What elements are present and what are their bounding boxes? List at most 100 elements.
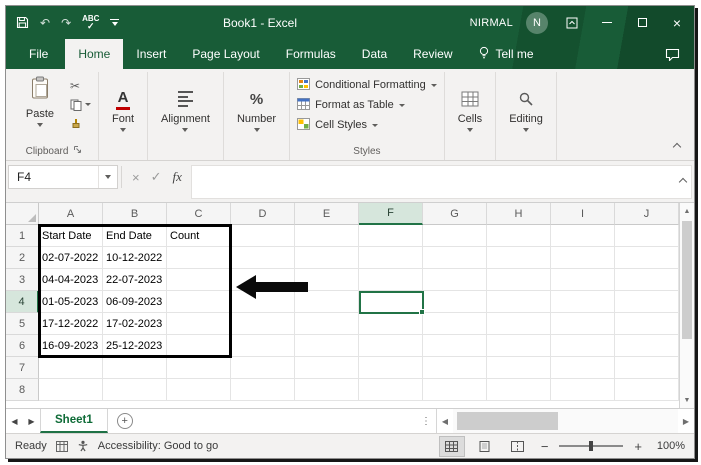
- horizontal-scroll-thumb[interactable]: [457, 412, 558, 430]
- column-header-A[interactable]: A: [39, 203, 103, 225]
- row-header-7[interactable]: 7: [6, 357, 39, 379]
- name-box[interactable]: F4: [8, 165, 118, 189]
- cell-J4[interactable]: [615, 291, 679, 313]
- cell-J3[interactable]: [615, 269, 679, 291]
- cell-B2[interactable]: 10-12-2022: [103, 247, 167, 269]
- zoom-in-icon[interactable]: +: [632, 439, 644, 454]
- cell-G7[interactable]: [423, 357, 487, 379]
- avatar[interactable]: N: [526, 12, 548, 34]
- cut-icon[interactable]: ✂: [70, 78, 91, 93]
- ribbon-display-options-icon[interactable]: [561, 12, 583, 34]
- cell-H8[interactable]: [487, 379, 551, 401]
- horizontal-scrollbar[interactable]: ◀ ▶: [436, 409, 694, 433]
- clipboard-dialog-launcher-icon[interactable]: [73, 145, 82, 157]
- cell-C7[interactable]: [167, 357, 231, 379]
- undo-icon[interactable]: ↶: [40, 16, 50, 30]
- tab-page-layout[interactable]: Page Layout: [179, 39, 272, 69]
- tell-me[interactable]: Tell me: [466, 39, 546, 69]
- cell-I3[interactable]: [551, 269, 615, 291]
- cell-C3[interactable]: [167, 269, 231, 291]
- cell-B6[interactable]: 25-12-2023: [103, 335, 167, 357]
- column-header-G[interactable]: G: [423, 203, 487, 225]
- close-button[interactable]: ×: [666, 12, 688, 34]
- cell-B1[interactable]: End Date: [103, 225, 167, 247]
- cell-F4[interactable]: [359, 291, 423, 313]
- cell-I1[interactable]: [551, 225, 615, 247]
- cell-E2[interactable]: [295, 247, 359, 269]
- cell-C5[interactable]: [167, 313, 231, 335]
- cell-A7[interactable]: [39, 357, 103, 379]
- cell-I4[interactable]: [551, 291, 615, 313]
- cell-H3[interactable]: [487, 269, 551, 291]
- cell-D8[interactable]: [231, 379, 295, 401]
- collapse-ribbon-icon[interactable]: [670, 141, 684, 153]
- cell-B8[interactable]: [103, 379, 167, 401]
- format-as-table-button[interactable]: Format as Table: [297, 95, 405, 115]
- new-sheet-button[interactable]: +: [117, 413, 133, 429]
- page-break-view-icon[interactable]: [506, 437, 530, 456]
- column-header-I[interactable]: I: [551, 203, 615, 225]
- cell-G6[interactable]: [423, 335, 487, 357]
- cell-I6[interactable]: [551, 335, 615, 357]
- cell-H7[interactable]: [487, 357, 551, 379]
- minimize-button[interactable]: [596, 12, 618, 34]
- cell-F8[interactable]: [359, 379, 423, 401]
- cell-F1[interactable]: [359, 225, 423, 247]
- cell-F3[interactable]: [359, 269, 423, 291]
- cell-J2[interactable]: [615, 247, 679, 269]
- formula-bar-expand-icon[interactable]: [680, 172, 686, 190]
- comment-icon[interactable]: [651, 39, 694, 69]
- redo-icon[interactable]: ↷: [61, 16, 71, 30]
- zoom-out-icon[interactable]: −: [539, 439, 551, 454]
- copy-icon[interactable]: [70, 97, 91, 112]
- cell-J7[interactable]: [615, 357, 679, 379]
- name-box-dropdown-icon[interactable]: [98, 166, 117, 188]
- cell-D6[interactable]: [231, 335, 295, 357]
- sheet-nav-left-icon[interactable]: ◀: [6, 409, 23, 433]
- column-header-F[interactable]: F: [359, 203, 423, 225]
- cell-B3[interactable]: 22-07-2023: [103, 269, 167, 291]
- cell-D3[interactable]: [231, 269, 295, 291]
- row-header-1[interactable]: 1: [6, 225, 39, 247]
- paste-button[interactable]: Paste: [17, 73, 63, 127]
- cell-F6[interactable]: [359, 335, 423, 357]
- column-header-E[interactable]: E: [295, 203, 359, 225]
- cell-H5[interactable]: [487, 313, 551, 335]
- zoom-slider-thumb[interactable]: [589, 441, 593, 451]
- row-header-8[interactable]: 8: [6, 379, 39, 401]
- cell-E3[interactable]: [295, 269, 359, 291]
- cell-I8[interactable]: [551, 379, 615, 401]
- tab-home[interactable]: Home: [65, 39, 123, 69]
- column-header-C[interactable]: C: [167, 203, 231, 225]
- tab-file[interactable]: File: [12, 39, 65, 69]
- cell-E4[interactable]: [295, 291, 359, 313]
- tab-review[interactable]: Review: [400, 39, 465, 69]
- cell-B7[interactable]: [103, 357, 167, 379]
- cell-E5[interactable]: [295, 313, 359, 335]
- formula-input[interactable]: [191, 165, 692, 199]
- cells-group-button[interactable]: Cells: [452, 84, 488, 132]
- cancel-entry-icon[interactable]: ×: [132, 170, 140, 185]
- zoom-slider[interactable]: [559, 445, 623, 447]
- cell-D1[interactable]: [231, 225, 295, 247]
- cell-J6[interactable]: [615, 335, 679, 357]
- cell-E1[interactable]: [295, 225, 359, 247]
- horizontal-scroll-track[interactable]: [453, 409, 678, 433]
- conditional-formatting-button[interactable]: Conditional Formatting: [297, 75, 437, 95]
- cell-E8[interactable]: [295, 379, 359, 401]
- cell-H1[interactable]: [487, 225, 551, 247]
- cell-A2[interactable]: 02-07-2022: [39, 247, 103, 269]
- cell-styles-button[interactable]: Cell Styles: [297, 115, 378, 135]
- cell-A6[interactable]: 16-09-2023: [39, 335, 103, 357]
- maximize-button[interactable]: [631, 12, 653, 34]
- cell-E6[interactable]: [295, 335, 359, 357]
- scroll-up-icon[interactable]: ▲: [680, 203, 694, 219]
- row-header-6[interactable]: 6: [6, 335, 39, 357]
- cell-I7[interactable]: [551, 357, 615, 379]
- cell-C2[interactable]: [167, 247, 231, 269]
- cell-D2[interactable]: [231, 247, 295, 269]
- column-header-H[interactable]: H: [487, 203, 551, 225]
- cell-I2[interactable]: [551, 247, 615, 269]
- sheet-nav-right-icon[interactable]: ▶: [23, 409, 40, 433]
- cell-H6[interactable]: [487, 335, 551, 357]
